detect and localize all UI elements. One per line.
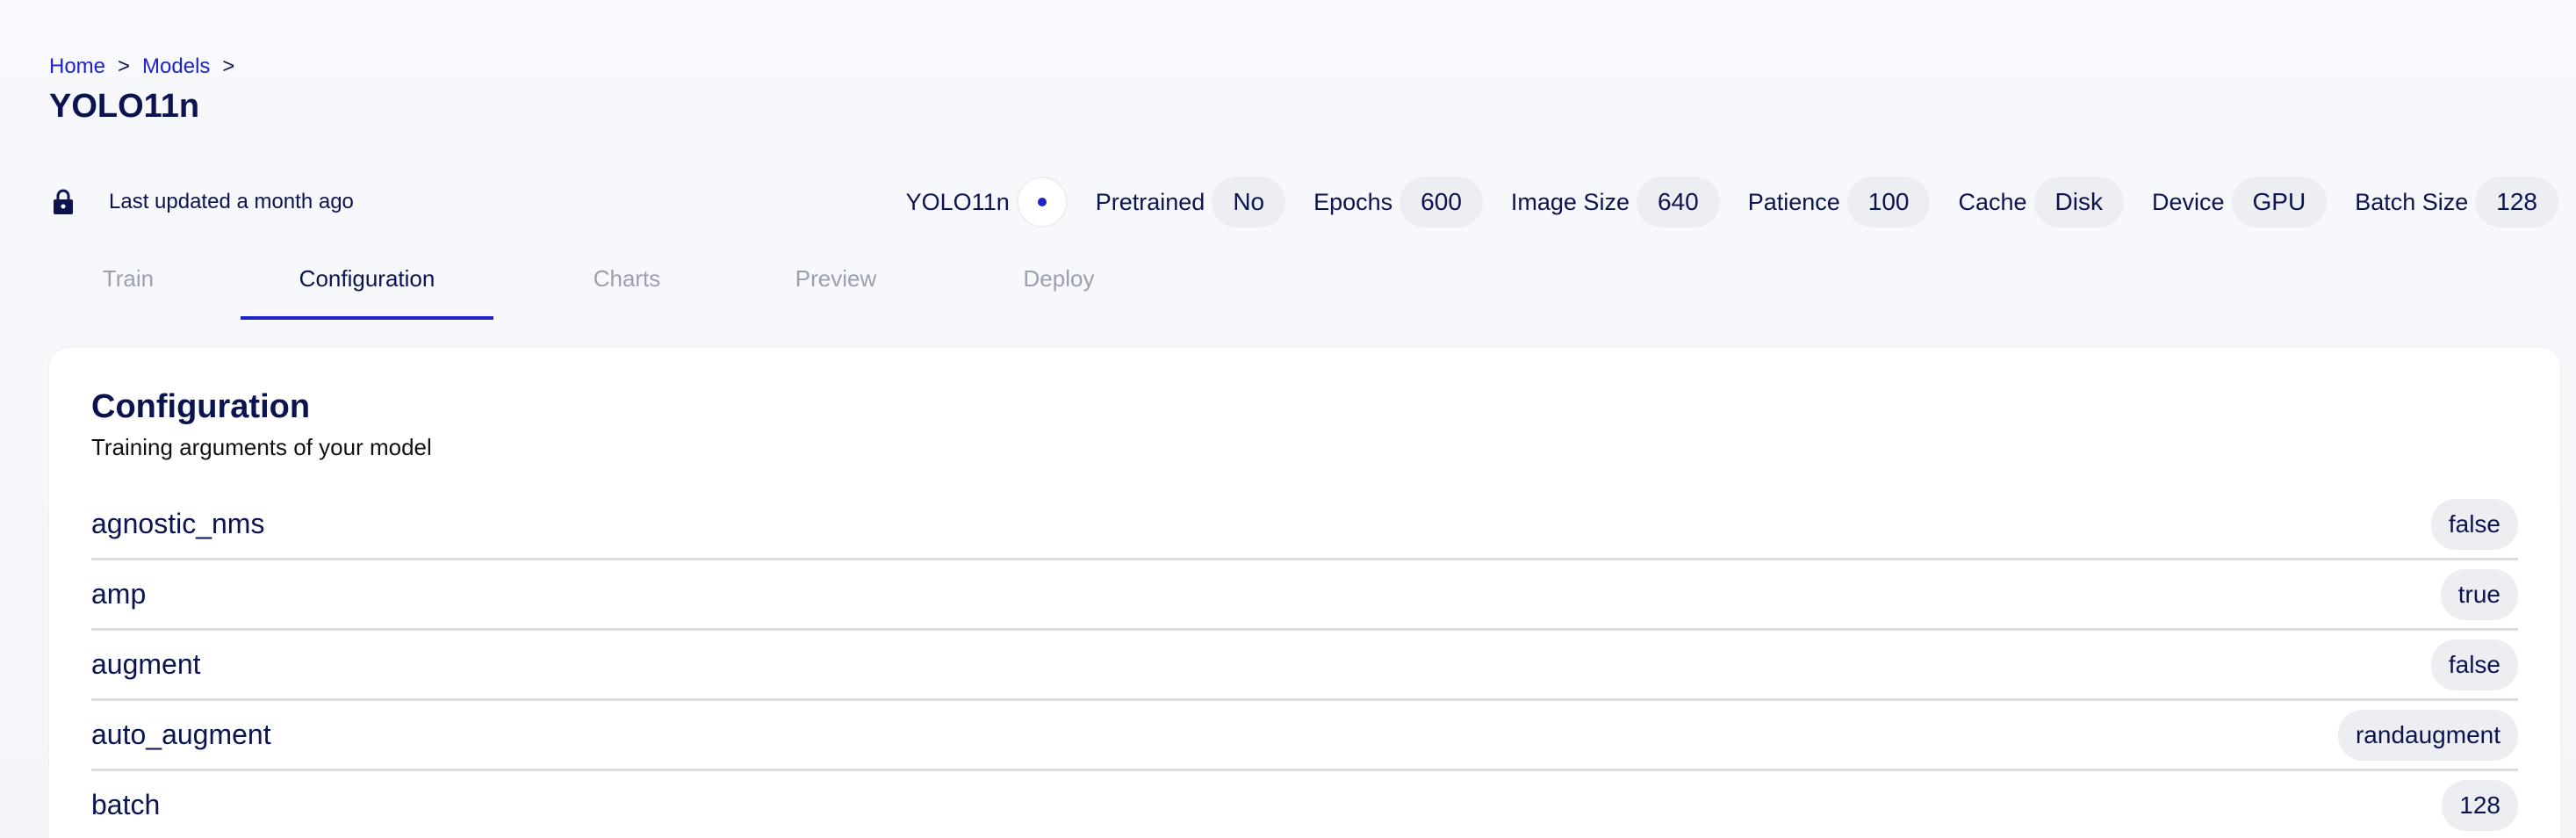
config-key: amp xyxy=(91,578,147,610)
breadcrumb-separator: > xyxy=(222,54,235,78)
tab-configuration[interactable]: Configuration xyxy=(241,255,493,320)
tab-train[interactable]: Train xyxy=(49,255,207,320)
card-subtitle: Training arguments of your model xyxy=(91,434,432,460)
patience-label: Patience xyxy=(1747,188,1840,215)
tab-deploy[interactable]: Deploy xyxy=(971,255,1147,320)
patience-value: 100 xyxy=(1846,177,1931,228)
epochs-value: 600 xyxy=(1400,177,1483,228)
cache-label: Cache xyxy=(1958,188,2027,215)
config-list: agnostic_nms false amp true augment fals… xyxy=(91,490,2518,838)
config-row-agnostic-nms: agnostic_nms false xyxy=(91,490,2518,560)
breadcrumb-separator: > xyxy=(118,54,131,78)
config-value: false xyxy=(2430,498,2518,550)
config-row-batch: batch 128 xyxy=(91,771,2518,838)
last-updated-text: Last updated a month ago xyxy=(109,190,354,213)
cache-value: Disk xyxy=(2033,177,2124,228)
breadcrumb-home[interactable]: Home xyxy=(49,54,105,79)
config-value: false xyxy=(2430,639,2518,690)
page-title: YOLO11n xyxy=(49,88,200,125)
config-value: true xyxy=(2440,568,2518,620)
model-meta: YOLO11n Pretrained No Epochs 600 Image S… xyxy=(906,177,2558,228)
tab-charts[interactable]: Charts xyxy=(539,255,715,320)
config-row-auto-augment: auto_augment randaugment xyxy=(91,701,2518,771)
config-row-augment: augment false xyxy=(91,631,2518,701)
breadcrumb-models[interactable]: Models xyxy=(142,54,210,79)
configuration-card: Configuration Training arguments of your… xyxy=(49,348,2560,838)
epochs-label: Epochs xyxy=(1313,188,1393,215)
card-title: Configuration xyxy=(91,388,311,425)
device-value: GPU xyxy=(2231,177,2328,228)
batch-size-value: 128 xyxy=(2475,177,2558,228)
config-row-amp: amp true xyxy=(91,560,2518,631)
lock-icon xyxy=(54,189,73,214)
tab-bar: Train Configuration Charts Preview Deplo… xyxy=(49,255,1147,320)
model-info-row: Last updated a month ago YOLO11n Pretrai… xyxy=(49,176,2558,228)
device-label: Device xyxy=(2151,188,2225,215)
model-name-label: YOLO11n xyxy=(905,188,1010,215)
status-dot-icon xyxy=(1016,177,1068,228)
config-key: agnostic_nms xyxy=(91,508,265,539)
config-key: augment xyxy=(91,648,201,680)
config-value: randaugment xyxy=(2337,709,2518,761)
config-key: auto_augment xyxy=(91,719,271,750)
pretrained-label: Pretrained xyxy=(1095,188,1205,215)
breadcrumb: Home > Models > xyxy=(49,54,234,79)
config-value: 128 xyxy=(2442,779,2518,831)
batch-size-label: Batch Size xyxy=(2355,188,2469,215)
config-key: batch xyxy=(91,789,161,820)
image-size-value: 640 xyxy=(1636,177,1720,228)
pretrained-value: No xyxy=(1212,177,1286,228)
tab-preview[interactable]: Preview xyxy=(748,255,924,320)
image-size-label: Image Size xyxy=(1510,188,1630,215)
page: Home > Models > YOLO11n Last updated a m… xyxy=(0,0,2576,838)
